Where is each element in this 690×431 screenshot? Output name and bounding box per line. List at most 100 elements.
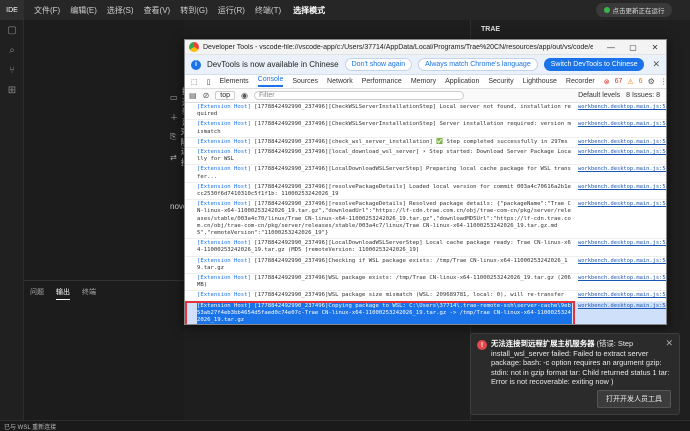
selection-mode-label[interactable]: 选择模式 bbox=[293, 5, 325, 16]
open-devtools-button[interactable]: 打开开发人员工具 bbox=[597, 390, 671, 408]
error-warning-counts[interactable]: ⊗67⚠6⚙⋮✕ bbox=[604, 77, 666, 86]
menu-item[interactable]: 选择(S) bbox=[107, 5, 134, 16]
log-message: [Extension Host] [1778842492990_237496]W… bbox=[197, 275, 572, 289]
device-toolbar-icon[interactable]: ▯ bbox=[207, 78, 211, 86]
infobar-text: DevTools is now available in Chinese bbox=[207, 60, 339, 69]
tab-memory[interactable]: Memory bbox=[411, 78, 436, 85]
bottom-panel-tabs: 问题 输出 终端 bbox=[24, 281, 184, 306]
menu-item[interactable]: 转到(G) bbox=[180, 5, 208, 16]
console-log-row[interactable]: [Extension Host] [1778842492990_237496][… bbox=[185, 120, 666, 138]
log-source-tag: [Extension Host] bbox=[197, 104, 251, 110]
always-match-language-button[interactable]: Always match Chrome's language bbox=[418, 58, 538, 71]
gear-icon[interactable]: ⚙ bbox=[648, 77, 655, 86]
chrome-icon bbox=[189, 42, 199, 52]
log-source-link[interactable]: workbench.desktop.main.js:540 bbox=[578, 149, 666, 163]
tab-elements[interactable]: Elements bbox=[219, 78, 248, 85]
console-log-row[interactable]: [Extension Host] [1778842492990_237496]C… bbox=[185, 301, 666, 324]
tab-performance[interactable]: Performance bbox=[362, 78, 402, 85]
console-log-row[interactable]: [Extension Host] [1778842492990_237496]C… bbox=[185, 257, 666, 275]
log-text: [1778842492990_237496][resolvePackageDet… bbox=[197, 201, 571, 237]
notification-close-icon[interactable]: ✕ bbox=[665, 338, 673, 349]
console-log-row[interactable]: [Extension Host] [1778842492990_237496][… bbox=[185, 200, 666, 240]
search-icon[interactable]: ⌕ bbox=[0, 40, 24, 60]
tab-recorder[interactable]: Recorder bbox=[566, 78, 595, 85]
status-bar: 已与 WSL 重新连接 bbox=[0, 420, 690, 431]
log-source-link[interactable]: workbench.desktop.main.js:540 bbox=[578, 303, 666, 324]
log-source-link[interactable]: workbench.desktop.main.js:540 bbox=[578, 275, 666, 289]
warning-count: 6 bbox=[638, 78, 643, 85]
menu-item[interactable]: 查看(V) bbox=[144, 5, 171, 16]
switch-to-chinese-button[interactable]: Switch DevTools to Chinese bbox=[543, 58, 645, 71]
tab-application[interactable]: Application bbox=[445, 78, 479, 85]
log-text: [1778842492990_237496][CheckWSLServerIns… bbox=[197, 104, 571, 118]
maximize-icon[interactable]: ▢ bbox=[622, 40, 644, 55]
tab-terminal[interactable]: 终端 bbox=[82, 287, 96, 300]
log-message: [Extension Host] [1778842492990_237496][… bbox=[197, 201, 572, 237]
notification-title: 无法连接到远程扩展主机服务器 bbox=[491, 339, 595, 348]
tab-sources[interactable]: Sources bbox=[292, 78, 318, 85]
tab-console[interactable]: Console bbox=[257, 76, 284, 87]
console-log-row[interactable]: [Extension Host] [1778842492990_237496][… bbox=[185, 239, 666, 257]
console-log-row[interactable]: [Extension Host] [1778842492990_237496][… bbox=[185, 165, 666, 183]
inspect-icon[interactable]: ⬚ bbox=[191, 78, 198, 86]
log-source-link[interactable]: workbench.desktop.main.js:540 bbox=[578, 240, 666, 254]
log-message: [Extension Host] [1778842492990_237496][… bbox=[197, 149, 572, 163]
log-text: [1778842492990_237496]Checking if WSL pa… bbox=[197, 257, 568, 271]
issues-counter[interactable]: 8 Issues: 8 bbox=[626, 92, 660, 99]
devtools-titlebar: Developer Tools - vscode-file://vscode-a… bbox=[185, 40, 666, 55]
folder-icon: ▭ bbox=[170, 92, 178, 102]
dont-show-again-button[interactable]: Don't show again bbox=[344, 58, 413, 71]
log-text: [1778842492990_237496][CheckWSLServerIns… bbox=[197, 121, 571, 135]
log-text: [1778842492990_237496]WSL package size m… bbox=[250, 292, 565, 299]
eye-icon[interactable]: ◉ bbox=[241, 91, 248, 100]
update-status-pill[interactable]: 点击更新正在运行 bbox=[596, 3, 672, 17]
console-log-row[interactable]: [Extension Host] [1778842492990_237496][… bbox=[185, 138, 666, 149]
tab-network[interactable]: Network bbox=[327, 78, 353, 85]
log-source-tag: [Extension Host] bbox=[197, 138, 251, 145]
console-log-row[interactable]: [Extension Host] [1778842492990_237496][… bbox=[185, 148, 666, 166]
tab-output[interactable]: 输出 bbox=[56, 287, 70, 300]
remote-status[interactable]: 已与 WSL 重新连接 bbox=[4, 422, 56, 431]
log-message: [Extension Host] [1778842492990_237496]C… bbox=[197, 302, 572, 324]
sidebar-toggle-icon[interactable]: ▤ bbox=[189, 91, 197, 100]
clear-console-icon[interactable]: ⊘ bbox=[203, 91, 210, 100]
language-infobar: i DevTools is now available in Chinese D… bbox=[185, 55, 666, 75]
log-source-link[interactable]: workbench.desktop.main.js:540 bbox=[578, 139, 666, 146]
menu-item[interactable]: 终端(T) bbox=[255, 5, 281, 16]
minimize-icon[interactable]: — bbox=[600, 40, 622, 55]
log-source-link[interactable]: workbench.desktop.main.js:540 bbox=[578, 121, 666, 135]
extensions-icon[interactable]: ⊞ bbox=[0, 80, 24, 100]
more-options-icon[interactable]: ⋮ bbox=[660, 77, 666, 86]
log-source-link[interactable]: workbench.desktop.main.js:540 bbox=[578, 258, 666, 272]
console-log-row[interactable]: [Extension Host] [1778842492990_237496]W… bbox=[185, 291, 666, 302]
menu-item[interactable]: 编辑(E) bbox=[70, 5, 97, 16]
tab-lighthouse[interactable]: Lighthouse bbox=[523, 78, 557, 85]
log-source-link[interactable]: workbench.desktop.main.js:540 bbox=[578, 184, 666, 198]
menu-item[interactable]: 文件(F) bbox=[34, 5, 60, 16]
error-notification: ! ✕ 无法连接到远程扩展主机服务器 (错误: Step install_wsl… bbox=[470, 333, 680, 415]
explorer-icon[interactable]: ▢ bbox=[0, 20, 24, 40]
log-source-link[interactable]: workbench.desktop.main.js:540 bbox=[578, 166, 666, 180]
log-message: [Extension Host] [1778842492990_237496][… bbox=[197, 240, 572, 254]
console-output: [Extension Host] [1778842492990_237496][… bbox=[185, 103, 666, 324]
devtools-window: Developer Tools - vscode-file://vscode-a… bbox=[184, 39, 667, 325]
log-text: [1778842492990_237496][LocalDownloadWSLS… bbox=[197, 166, 571, 180]
console-log-row[interactable]: [Extension Host] [1778842492990_237496]W… bbox=[185, 274, 666, 292]
log-source-link[interactable]: workbench.desktop.main.js:540 bbox=[578, 201, 666, 237]
close-icon[interactable]: ✕ bbox=[644, 40, 666, 55]
devtools-title: Developer Tools - vscode-file://vscode-a… bbox=[203, 43, 593, 51]
source-control-icon[interactable]: ⑂ bbox=[0, 60, 24, 80]
console-filter-input[interactable]: Filter bbox=[253, 91, 464, 100]
devtools-tabs: ⬚ ▯ Elements Console Sources Network Perform… bbox=[185, 75, 666, 89]
tab-problems[interactable]: 问题 bbox=[30, 287, 44, 300]
menu-item[interactable]: 运行(R) bbox=[218, 5, 245, 16]
console-log-row[interactable]: [Extension Host] [1778842492990_237496][… bbox=[185, 103, 666, 121]
console-log-row[interactable]: [Extension Host] [1778842492990_237496][… bbox=[185, 183, 666, 201]
log-levels-dropdown[interactable]: Default levels bbox=[578, 92, 620, 99]
context-select[interactable]: top bbox=[215, 91, 235, 100]
log-message: [Extension Host] [1778842492990_237496]C… bbox=[197, 258, 572, 272]
infobar-close-icon[interactable]: ✕ bbox=[652, 59, 660, 70]
log-source-link[interactable]: workbench.desktop.main.js:540 bbox=[578, 104, 666, 118]
tab-security[interactable]: Security bbox=[488, 78, 513, 85]
log-source-link[interactable]: workbench.desktop.main.js:540 bbox=[578, 292, 666, 299]
